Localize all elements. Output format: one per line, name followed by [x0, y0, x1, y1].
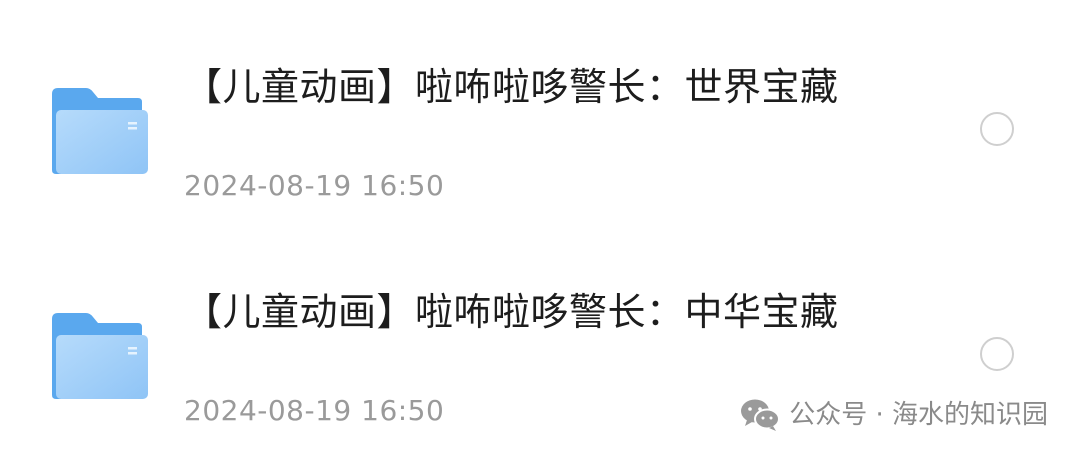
file-date: 2024-08-19 16:50 [184, 169, 445, 202]
select-radio[interactable] [980, 337, 1014, 371]
folder-icon [48, 311, 148, 401]
folder-icon [48, 86, 148, 176]
watermark-text: 公众号 · 海水的知识园 [789, 400, 1048, 430]
select-radio[interactable] [980, 112, 1014, 146]
watermark: 公众号 · 海水的知识园 [739, 397, 1048, 433]
file-date: 2024-08-19 16:50 [184, 394, 445, 427]
file-list-item[interactable]: 【儿童动画】啦咘啦哆警长：世界宝藏 2024-08-19 16:50 [0, 30, 1080, 230]
file-title: 【儿童动画】啦咘啦哆警长：世界宝藏 [184, 65, 839, 109]
wechat-icon [739, 397, 781, 433]
file-title: 【儿童动画】啦咘啦哆警长：中华宝藏 [184, 290, 839, 334]
